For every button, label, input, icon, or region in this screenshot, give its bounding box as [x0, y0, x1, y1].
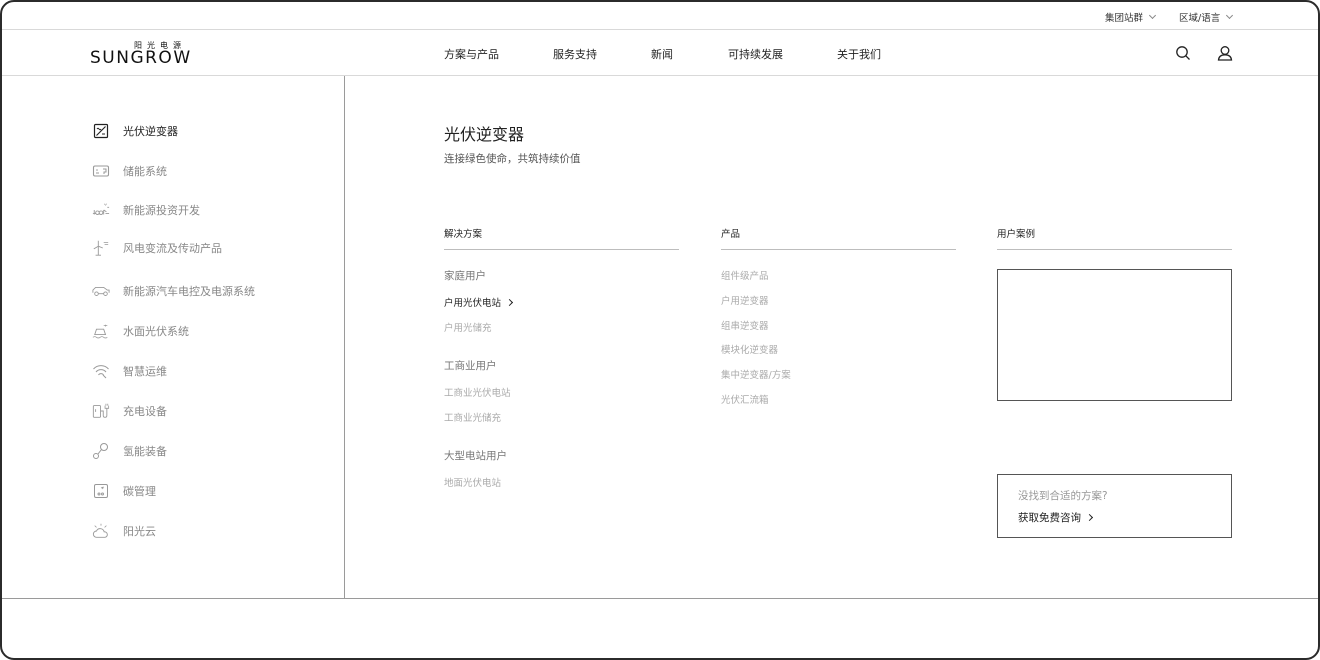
chevron-right-icon: [505, 298, 514, 307]
free-consultation-link[interactable]: 获取免费咨询: [1018, 510, 1094, 525]
product-link[interactable]: 光伏汇流箱: [721, 392, 769, 406]
sidebar-item-label: 储能系统: [123, 165, 167, 178]
sidebar-item-floating-pv[interactable]: 水面光伏系统: [92, 322, 189, 340]
free-consultation-card[interactable]: 没找到合适的方案? 获取免费咨询: [997, 474, 1232, 538]
hydrogen-icon: [92, 442, 110, 460]
investment-icon: [92, 201, 110, 219]
sungrow-logo[interactable]: 阳光电源 SUNGROW: [90, 40, 194, 68]
footer-divider: [2, 598, 1318, 599]
page-frame: 集团站群 区域/语言 阳光电源 SUNGROW 方案与产品 服务支持 新闻 可持…: [0, 0, 1320, 660]
solution-link-ci-pv[interactable]: 工商业光伏电站: [444, 385, 511, 399]
product-link[interactable]: 户用逆变器: [721, 293, 769, 307]
sidebar-item-label: 智慧运维: [123, 365, 167, 378]
nav-service-support[interactable]: 服务支持: [553, 46, 597, 62]
sidebar-item-label: 碳管理: [123, 485, 156, 498]
sidebar-item-label: 充电设备: [123, 405, 167, 418]
category-sidebar: 光伏逆变器 储能系统 新能源投资开发 风电变流及传动产品 新能源汽车电控及电源系: [2, 76, 345, 598]
cta-question: 没找到合适的方案?: [1018, 490, 1108, 502]
products-column-header: 产品: [721, 226, 956, 250]
sidebar-item-label: 新能源汽车电控及电源系统: [123, 285, 255, 298]
logo-en-text: SUNGROW: [90, 48, 192, 68]
sidebar-item-label: 光伏逆变器: [123, 125, 178, 138]
chevron-down-icon: [1148, 11, 1157, 20]
product-link[interactable]: 组件级产品: [721, 268, 769, 282]
solution-link-residential-pv[interactable]: 户用光伏电站: [444, 295, 514, 309]
region-language-dropdown[interactable]: 区域/语言: [1179, 10, 1234, 24]
sidebar-item-energy-storage[interactable]: 储能系统: [92, 162, 167, 180]
solution-group-title: 工商业用户: [444, 360, 497, 372]
nav-news[interactable]: 新闻: [651, 46, 673, 62]
solution-link-utility-pv[interactable]: 地面光伏电站: [444, 475, 501, 489]
sidebar-item-label: 新能源投资开发: [123, 204, 200, 217]
ev-icon: [92, 282, 110, 300]
nav-solutions-products[interactable]: 方案与产品: [444, 46, 499, 62]
nav-about-us[interactable]: 关于我们: [837, 46, 881, 62]
page-title: 光伏逆变器: [444, 125, 525, 144]
floating-pv-icon: [92, 322, 110, 340]
solution-group-title: 家庭用户: [444, 270, 486, 282]
solution-link-ci-pv-storage[interactable]: 工商业光储充: [444, 410, 501, 424]
sidebar-item-label: 阳光云: [123, 525, 156, 538]
cases-column-header: 用户案例: [997, 226, 1232, 250]
solutions-column-header: 解决方案: [444, 226, 679, 250]
carbon-icon: [92, 482, 110, 500]
sidebar-item-label: 氢能装备: [123, 445, 167, 458]
chevron-right-icon: [1085, 513, 1094, 522]
user-case-card[interactable]: [997, 269, 1232, 401]
sidebar-item-carbon[interactable]: 碳管理: [92, 482, 156, 500]
cloud-icon: [92, 522, 110, 540]
cta-link-label: 获取免费咨询: [1018, 512, 1081, 524]
product-link[interactable]: 模块化逆变器: [721, 342, 778, 356]
smart-om-icon: [92, 362, 110, 380]
sidebar-item-charger[interactable]: 充电设备: [92, 402, 167, 420]
sidebar-item-label: 风电变流及传动产品: [123, 242, 222, 255]
page-subtitle: 连接绿色使命，共筑持续价值: [444, 153, 581, 165]
sidebar-item-investment[interactable]: 新能源投资开发: [92, 201, 200, 219]
sidebar-item-ev[interactable]: 新能源汽车电控及电源系统: [92, 282, 255, 300]
solution-group-title: 大型电站用户: [444, 450, 507, 462]
main-header: 阳光电源 SUNGROW 方案与产品 服务支持 新闻 可持续发展 关于我们: [2, 30, 1318, 76]
group-sites-dropdown[interactable]: 集团站群: [1105, 10, 1157, 24]
pv-inverter-icon: [92, 122, 110, 140]
region-language-label: 区域/语言: [1179, 13, 1221, 24]
chevron-down-icon: [1226, 11, 1234, 20]
nav-sustainability[interactable]: 可持续发展: [728, 46, 783, 62]
product-link[interactable]: 组串逆变器: [721, 318, 769, 332]
group-sites-label: 集团站群: [1105, 13, 1144, 24]
product-link[interactable]: 集中逆变器/方案: [721, 367, 791, 381]
solution-link-residential-pv-storage[interactable]: 户用光储充: [444, 320, 492, 334]
charger-icon: [92, 402, 110, 420]
user-icon[interactable]: [1216, 44, 1234, 62]
sidebar-item-label: 水面光伏系统: [123, 325, 189, 338]
sidebar-item-smart-om[interactable]: 智慧运维: [92, 362, 167, 380]
search-icon[interactable]: [1174, 44, 1192, 62]
sidebar-item-pv-inverter[interactable]: 光伏逆变器: [92, 122, 178, 140]
sidebar-item-hydrogen[interactable]: 氢能装备: [92, 442, 167, 460]
energy-storage-icon: [92, 162, 110, 180]
utility-bar: 集团站群 区域/语言: [2, 2, 1318, 30]
solution-link-label: 户用光伏电站: [444, 298, 502, 309]
sidebar-item-wind[interactable]: 风电变流及传动产品: [92, 239, 222, 257]
wind-turbine-icon: [92, 239, 110, 257]
sidebar-item-sungrow-cloud[interactable]: 阳光云: [92, 522, 156, 540]
